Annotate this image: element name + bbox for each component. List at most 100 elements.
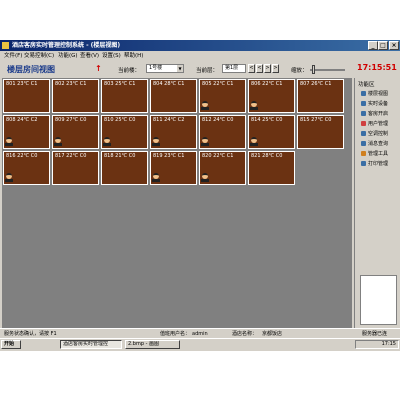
zoom-label: 缩放： [291, 68, 308, 74]
room-label: 820 22℃ C1 [202, 153, 234, 159]
room-tile[interactable]: 808 24℃ C2 [3, 115, 50, 149]
floor-label: 当前层： [196, 68, 219, 74]
room-label: 809 27℃ C0 [55, 117, 87, 123]
room-tile[interactable]: 803 25℃ C1 [101, 79, 148, 113]
taskbar-app[interactable]: 酒店客房实时管理控 [60, 340, 122, 349]
guest-icon [201, 101, 209, 110]
menu-bar: 文件(F) 交易控制(C) 功能(G) 查看(V) 设置(S) 帮助(H) [0, 51, 400, 61]
guest-icon [5, 173, 13, 182]
function-item-label: 楼层视图 [368, 91, 389, 97]
function-item[interactable]: 用户管理 [361, 120, 388, 128]
room-tile[interactable]: 810 25℃ C0 [101, 115, 148, 149]
printer-icon [361, 161, 366, 166]
function-item-label: 管理工具 [368, 151, 389, 157]
tray-clock: 17:15 [381, 341, 396, 347]
building-icon [361, 91, 366, 96]
clock: 17:15:51 [357, 63, 397, 72]
room-tile[interactable]: 802 23℃ C1 [52, 79, 99, 113]
minimize-button[interactable]: _ [368, 41, 378, 50]
function-item[interactable]: 实时设备 [361, 100, 388, 108]
function-item-label: 打印管理 [368, 161, 389, 167]
guest-icon [103, 137, 111, 146]
function-item-label: 空调控制 [368, 131, 389, 137]
room-label: 817 22℃ C0 [55, 153, 87, 159]
menu-settings[interactable]: 设置(S) [102, 51, 121, 61]
function-item[interactable]: 消息查询 [361, 140, 388, 148]
prev-floor-button[interactable]: < [256, 64, 263, 73]
menu-function[interactable]: 功能(G) [58, 51, 78, 61]
function-item-label: 实时设备 [368, 101, 389, 107]
room-tile[interactable]: 816 22℃ C0 [3, 151, 50, 185]
user-icon [361, 121, 366, 126]
function-item[interactable]: 打印管理 [361, 160, 388, 168]
window-title: 酒店客房实时管理控制系统 - (楼层视图) [12, 42, 121, 49]
preview-box [360, 275, 397, 325]
room-tile[interactable]: 820 22℃ C1 [199, 151, 246, 185]
first-floor-button[interactable]: < [248, 64, 255, 73]
room-label: 811 24℃ C2 [153, 117, 185, 123]
room-tile[interactable]: 821 28℃ C0 [248, 151, 295, 185]
building-label: 当前楼： [118, 68, 141, 74]
toolbar: 楼层房间视图 ↑ 当前楼： 1号楼 ▼ 当前层： 第1层 < < > > 缩放：… [0, 62, 400, 76]
room-tile[interactable]: 806 22℃ C1 [248, 79, 295, 113]
room-tile[interactable]: 815 27℃ C0 [297, 115, 344, 149]
zoom-slider-track[interactable] [310, 69, 345, 71]
function-panel: 功能区 楼层视图实时设备客房开启用户管理空调控制消息查询管理工具打印管理 [354, 78, 399, 328]
guest-icon [152, 173, 160, 182]
menu-help[interactable]: 帮助(H) [124, 51, 143, 61]
app-window: 酒店客房实时管理控制系统 - (楼层视图) _ □ × 文件(F) 交易控制(C… [0, 40, 400, 350]
room-label: 810 25℃ C0 [104, 117, 136, 123]
message-icon [361, 141, 366, 146]
close-button[interactable]: × [389, 41, 399, 50]
room-tile[interactable]: 801 23℃ C1 [3, 79, 50, 113]
function-item[interactable]: 客房开启 [361, 110, 388, 118]
room-tile[interactable]: 812 24℃ C0 [199, 115, 246, 149]
room-label: 816 22℃ C0 [6, 153, 38, 159]
guest-icon [250, 101, 258, 110]
maximize-button[interactable]: □ [378, 41, 388, 50]
room-tile[interactable]: 809 27℃ C0 [52, 115, 99, 149]
guest-icon [152, 137, 160, 146]
room-label: 818 21℃ C0 [104, 153, 136, 159]
taskbar-paint[interactable]: 2.bmp - 画图 [125, 340, 180, 349]
floor-select[interactable]: 第1层 [222, 64, 246, 73]
room-label: 821 28℃ C0 [251, 153, 283, 159]
aircon-icon [361, 131, 366, 136]
room-tile[interactable]: 811 24℃ C2 [150, 115, 197, 149]
start-button[interactable]: 开始 [1, 340, 21, 349]
menu-view[interactable]: 查看(V) [80, 51, 99, 61]
function-item[interactable]: 楼层视图 [361, 90, 388, 98]
room-label: 815 27℃ C0 [300, 117, 332, 123]
zoom-slider-handle[interactable] [312, 65, 315, 74]
menu-control[interactable]: 交易控制(C) [24, 51, 54, 61]
function-item-label: 客房开启 [368, 111, 389, 117]
room-tile[interactable]: 804 28℃ C1 [150, 79, 197, 113]
menu-file[interactable]: 文件(F) [4, 51, 22, 61]
taskbar: 开始 酒店客房实时管理控 2.bmp - 画图 17:15 [0, 338, 400, 351]
last-floor-button[interactable]: > [272, 64, 279, 73]
room-tile[interactable]: 807 26℃ C1 [297, 79, 344, 113]
room-tile[interactable]: 805 22℃ C1 [199, 79, 246, 113]
guest-icon [5, 137, 13, 146]
function-item[interactable]: 空调控制 [361, 130, 388, 138]
guest-icon [54, 137, 62, 146]
room-tile[interactable]: 814 25℃ C0 [248, 115, 295, 149]
room-tile[interactable]: 817 22℃ C0 [52, 151, 99, 185]
room-label: 803 25℃ C1 [104, 81, 136, 87]
door-icon [361, 111, 366, 116]
room-tile[interactable]: 818 21℃ C0 [101, 151, 148, 185]
function-panel-title: 功能区 [358, 82, 375, 88]
device-icon [361, 101, 366, 106]
next-floor-button[interactable]: > [264, 64, 271, 73]
room-label: 807 26℃ C1 [300, 81, 332, 87]
building-select[interactable]: 1号楼 ▼ [146, 64, 184, 73]
room-label: 808 24℃ C2 [6, 117, 38, 123]
room-tile[interactable]: 819 23℃ C1 [150, 151, 197, 185]
room-label: 812 24℃ C0 [202, 117, 234, 123]
guest-icon [250, 137, 258, 146]
tool-icon [361, 151, 366, 156]
function-item-label: 消息查询 [368, 141, 389, 147]
function-item[interactable]: 管理工具 [361, 150, 388, 158]
room-label: 806 22℃ C1 [251, 81, 283, 87]
room-grid: 801 23℃ C1 802 23℃ C1 803 25℃ C1 804 28℃ C1… [2, 78, 352, 328]
